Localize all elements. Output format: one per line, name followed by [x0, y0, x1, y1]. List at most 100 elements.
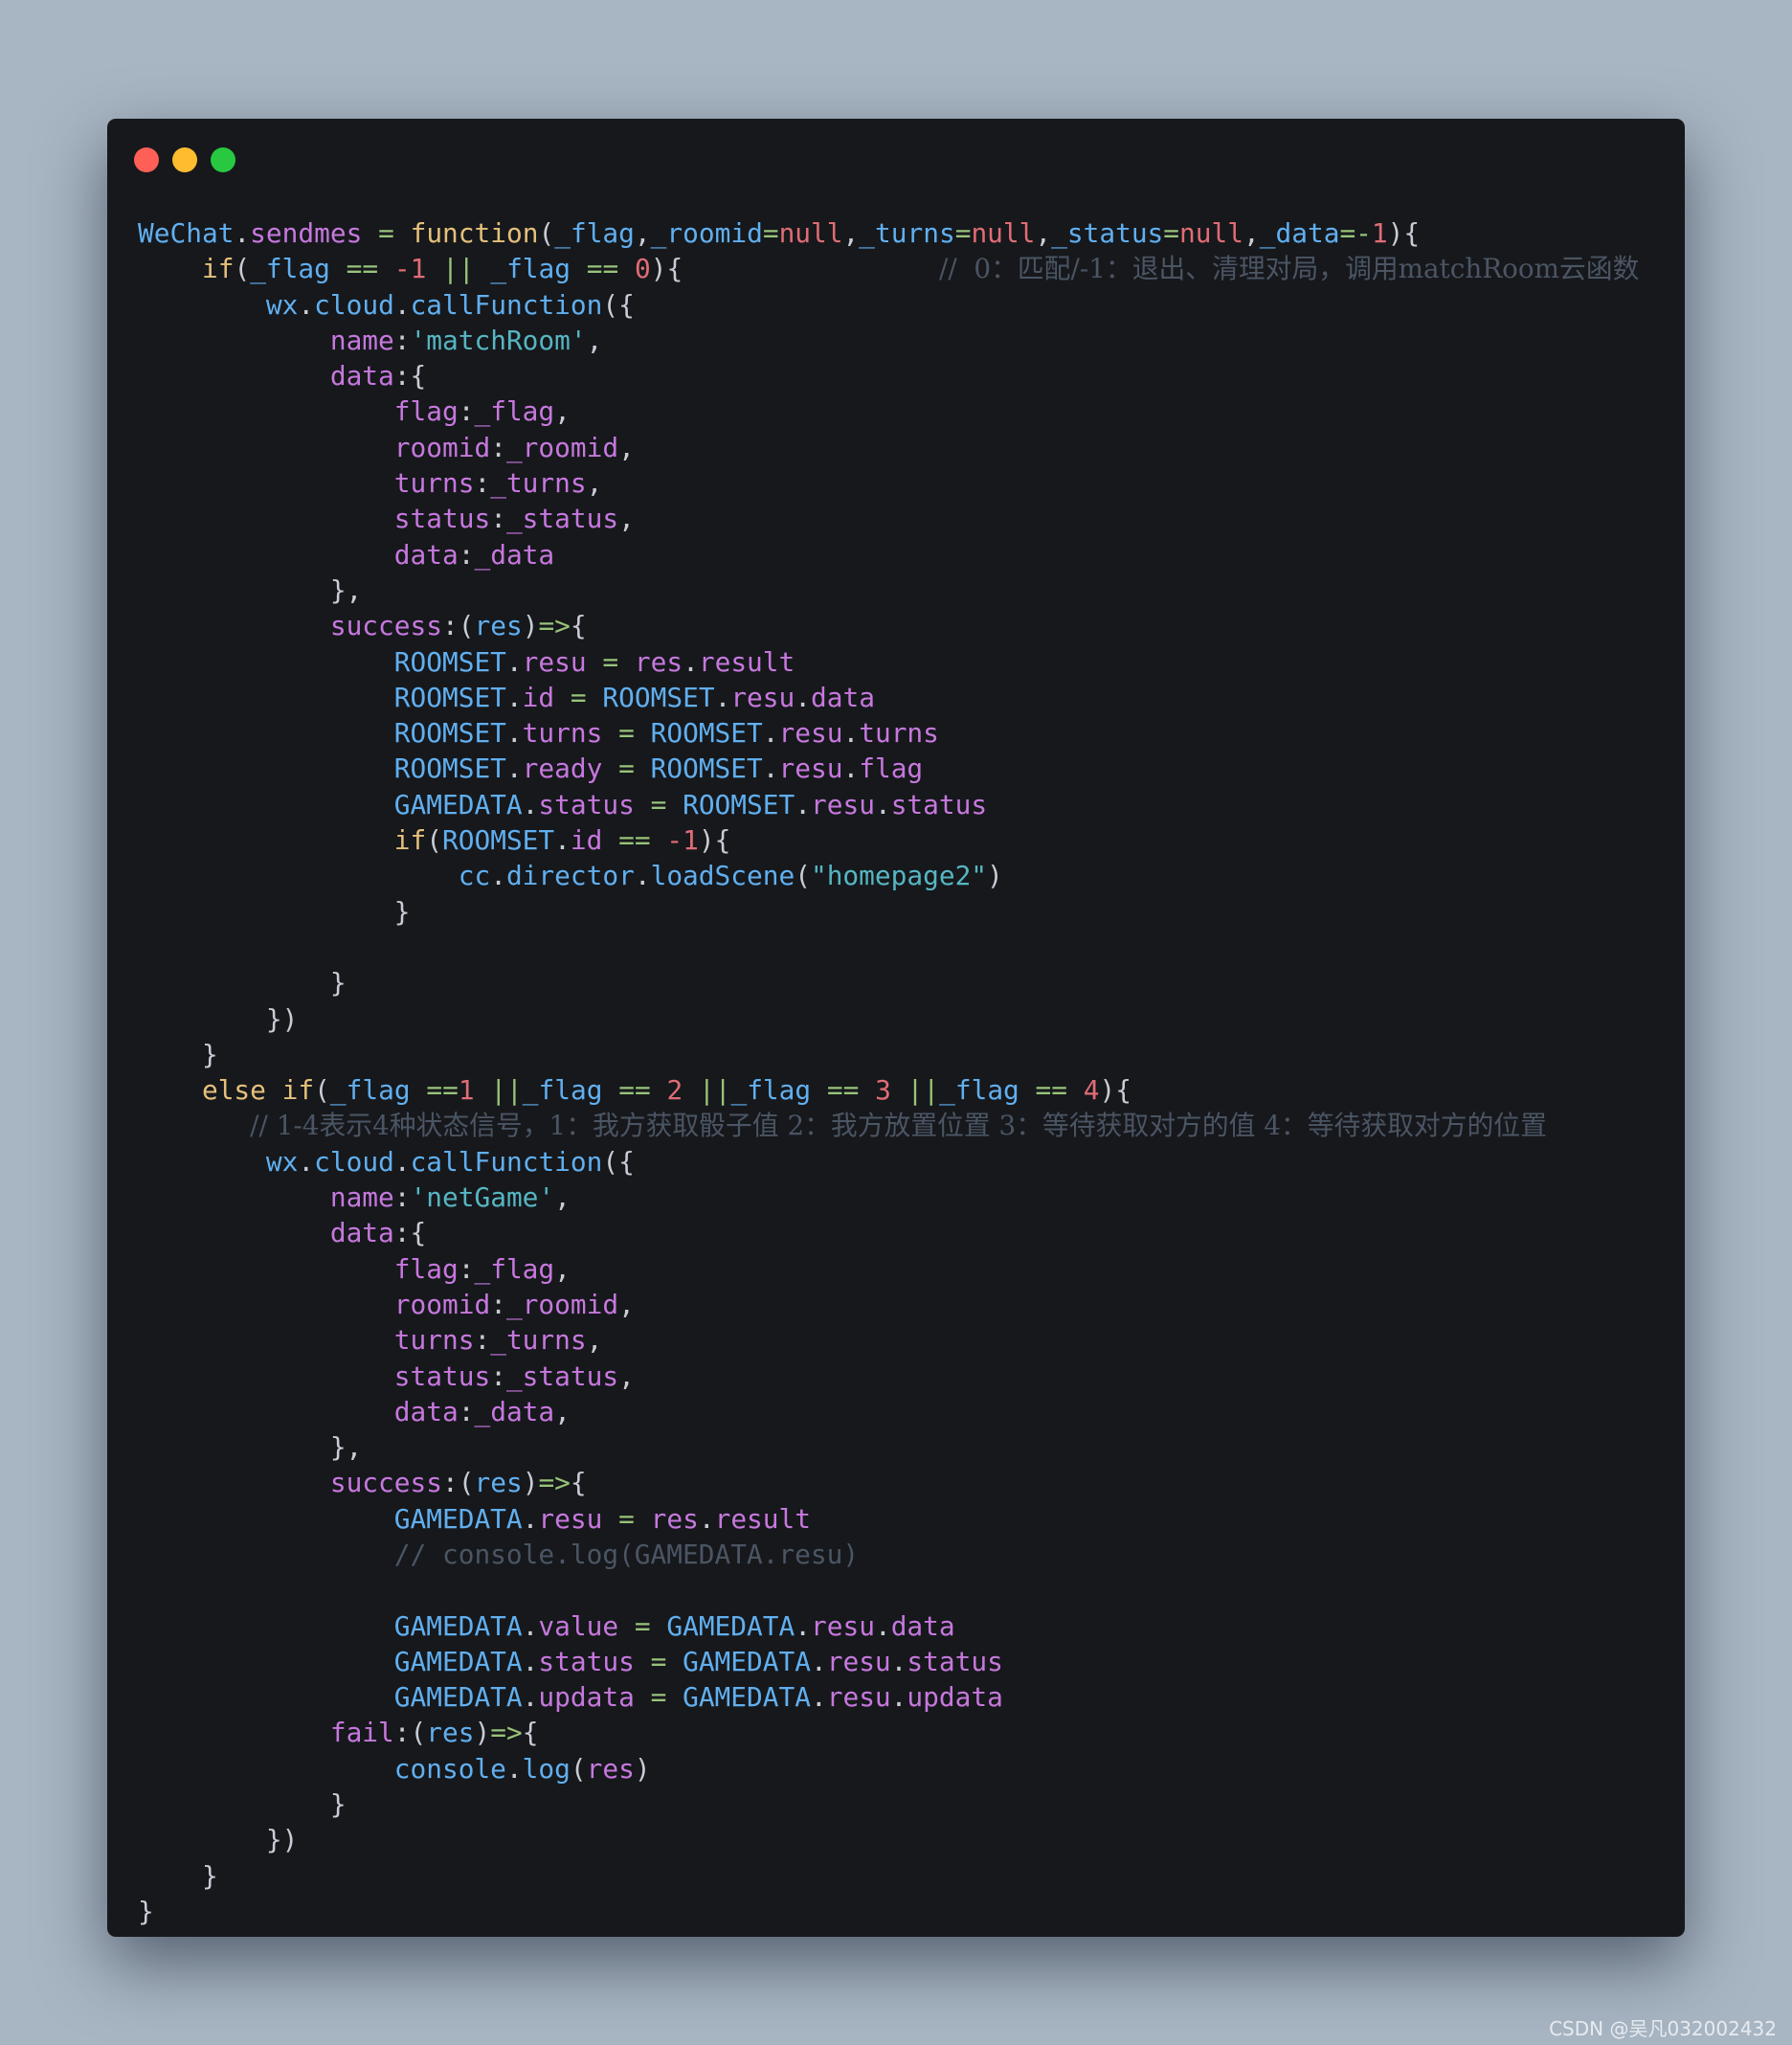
- code-token: status: [907, 1645, 1003, 1677]
- code-line: }: [138, 1037, 1639, 1072]
- code-token: ==: [346, 253, 379, 285]
- code-token: console: [393, 1752, 506, 1785]
- code-token: :: [458, 1395, 475, 1427]
- code-token: status: [538, 1645, 635, 1677]
- code-token: .: [795, 1609, 811, 1642]
- code-line: wx.cloud.callFunction({: [138, 1144, 1639, 1180]
- code-token: ||: [907, 1074, 940, 1107]
- code-token: ==: [618, 824, 651, 857]
- code-token: (: [314, 1074, 330, 1107]
- code-token: ||: [490, 1074, 523, 1107]
- code-token: :{: [393, 1217, 427, 1249]
- code-token: _turns: [490, 467, 587, 500]
- code-line: else if(_flag ==1 ||_flag == 2 ||_flag =…: [138, 1072, 1639, 1108]
- minimize-button[interactable]: [172, 147, 197, 172]
- code-token: },: [138, 1431, 363, 1464]
- code-token: :: [393, 1181, 411, 1214]
- code-token: =: [650, 788, 667, 820]
- code-token: data: [811, 681, 875, 713]
- code-token: _status: [505, 1360, 619, 1392]
- code-token: :: [490, 1360, 506, 1392]
- code-token: turns: [393, 1324, 475, 1357]
- code-token: -1: [666, 824, 699, 857]
- code-token: .: [795, 788, 811, 820]
- code-token: ,: [554, 1395, 571, 1427]
- code-token: 3: [875, 1074, 891, 1107]
- code-token: "homepage2": [810, 860, 988, 892]
- code-token: result: [698, 645, 795, 678]
- code-token: .: [298, 1145, 315, 1178]
- code-token: :(: [441, 1467, 475, 1499]
- code-token: resu: [810, 1609, 875, 1642]
- code-token: _turns: [490, 1324, 587, 1357]
- code-token: success: [329, 1467, 442, 1499]
- code-token: .: [522, 1502, 539, 1535]
- code-token: .: [490, 860, 506, 892]
- code-token: res: [426, 1717, 475, 1749]
- code-token: {: [570, 1467, 587, 1499]
- code-token: 0: [635, 253, 651, 285]
- code-line: }: [138, 1894, 1639, 1929]
- code-token: ){: [698, 824, 731, 857]
- code-token: ,: [554, 1252, 571, 1285]
- code-token: ==: [618, 1074, 651, 1107]
- code-token: (: [234, 253, 251, 285]
- close-button[interactable]: [134, 147, 159, 172]
- maximize-button[interactable]: [211, 147, 235, 172]
- code-token: _flag: [522, 1074, 603, 1107]
- code-line: cc.director.loadScene("homepage2"): [138, 858, 1639, 893]
- code-token: :: [458, 1252, 475, 1285]
- code-token: ROOMSET: [442, 824, 555, 857]
- code-token: resu: [538, 1502, 603, 1535]
- code-line: if(ROOMSET.id == -1){: [138, 822, 1639, 858]
- code-token: res: [474, 610, 523, 642]
- code-token: ||: [442, 253, 475, 285]
- code-line: if(_flag == -1 || _flag == 0){ // 0：匹配/-…: [138, 251, 1639, 286]
- code-token: ): [522, 1467, 539, 1499]
- code-token: ROOMSET: [393, 681, 506, 713]
- code-token: :: [490, 1288, 506, 1320]
- code-token: ROOMSET: [650, 717, 763, 750]
- code-token: GAMEDATA: [393, 1645, 523, 1677]
- code-token: .: [762, 717, 779, 750]
- code-token: _data: [1259, 217, 1340, 249]
- code-token: }: [138, 895, 411, 928]
- code-token: _flag: [939, 1074, 1019, 1107]
- code-token: .: [522, 1681, 539, 1714]
- code-token: roomid: [393, 431, 491, 463]
- code-token: .: [874, 1609, 891, 1642]
- code-token: =: [602, 645, 619, 678]
- code-token: =: [650, 1645, 667, 1677]
- code-line: // 1-4表示4种状态信号，1：我方获取骰子值 2：我方放置位置 3：等待获取…: [138, 1108, 1639, 1143]
- code-token: director: [505, 860, 635, 892]
- code-token: resu: [826, 1681, 891, 1714]
- code-line: status:_status,: [138, 501, 1639, 536]
- code-token: 'netGame': [410, 1181, 555, 1214]
- code-line: // console.log(GAMEDATA.resu): [138, 1537, 1639, 1572]
- code-token: ,: [554, 1181, 571, 1214]
- code-token: _flag: [250, 253, 330, 285]
- code-token: null: [778, 217, 843, 249]
- code-line: ROOMSET.id = ROOMSET.resu.data: [138, 680, 1639, 715]
- code-line: }): [138, 1001, 1639, 1037]
- code-token: .: [393, 1145, 411, 1178]
- code-token: ){: [1387, 217, 1421, 249]
- code-token: :: [474, 467, 491, 500]
- code-token: ,: [618, 1288, 635, 1320]
